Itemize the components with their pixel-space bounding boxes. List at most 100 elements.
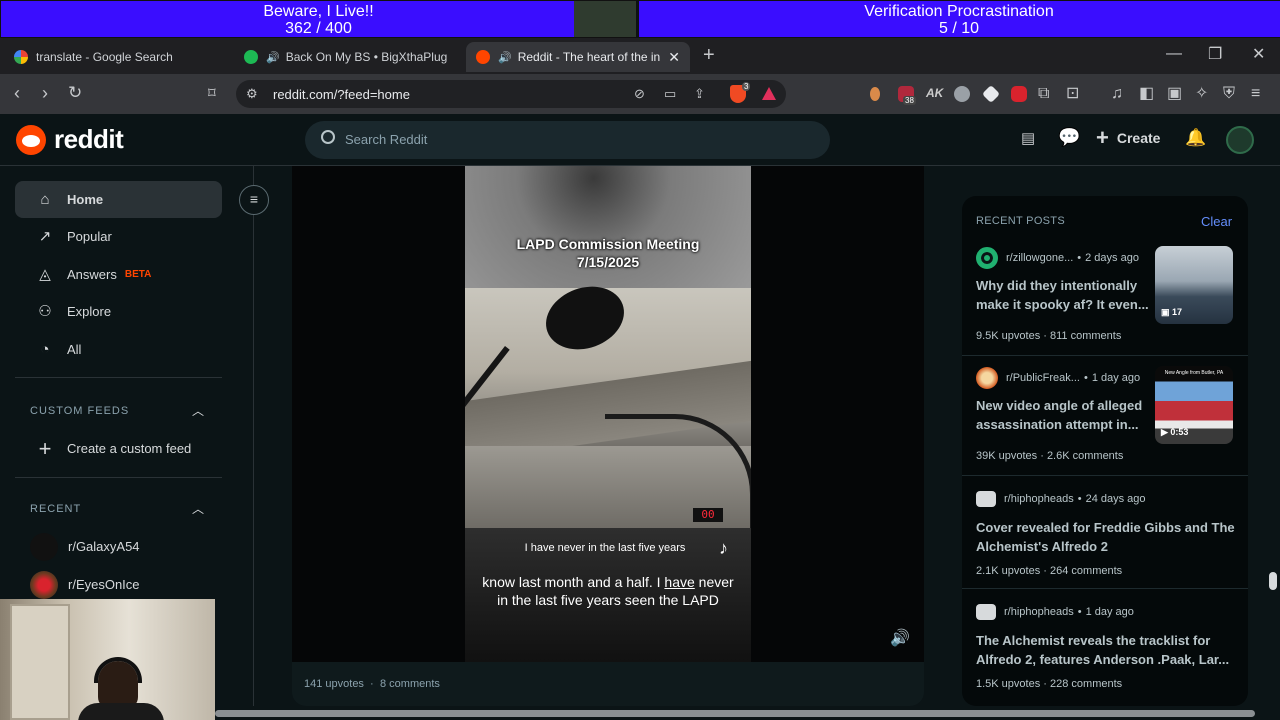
tab-reddit[interactable]: 🔊 Reddit - The heart of the inter ✕ <box>466 42 690 72</box>
address-bar[interactable]: ⚙ reddit.com/?feed=home ⊘ ▭ ⇪ 3 <box>236 80 786 108</box>
post-comments[interactable]: 8 comments <box>380 678 440 690</box>
extension-ak-icon[interactable]: AK <box>926 86 943 102</box>
clear-recent-button[interactable]: Clear <box>1201 214 1232 229</box>
community-name: r/EyesOnIce <box>68 577 140 592</box>
recent-post-title[interactable]: New video angle of alleged assassination… <box>976 396 1152 434</box>
extensions-puzzle-icon[interactable]: ⧉ <box>1038 86 1049 102</box>
tab-label: translate - Google Search <box>36 50 173 64</box>
video-duration: ▶ 0:53 <box>1161 427 1188 438</box>
sidebar-item-label: Explore <box>67 304 112 319</box>
vpn-icon[interactable]: ⛨ <box>1223 86 1235 102</box>
recent-heading[interactable]: RECENT <box>30 503 81 515</box>
recent-post-item[interactable]: r/hiphopheads • 24 days ago Cover reveal… <box>962 476 1248 589</box>
recent-post-thumbnail[interactable]: ▣ 17 <box>1155 246 1233 324</box>
media-control-icon[interactable]: ♫ <box>1111 86 1123 102</box>
advertise-icon[interactable]: ▤ <box>1021 131 1035 147</box>
google-icon <box>14 50 28 64</box>
subtitle-line1-emphasis: have <box>664 574 695 590</box>
sidebar-toggle-icon[interactable]: ◧ <box>1139 86 1154 102</box>
recent-community-eyesonice[interactable]: r/EyesOnIce <box>15 566 222 603</box>
leo-ai-icon[interactable]: ✧ <box>1195 86 1208 102</box>
sidebar-item-home[interactable]: ⌂ Home <box>15 181 222 218</box>
recent-post-upvotes: 2.1K upvotes <box>976 565 1041 577</box>
cast-icon[interactable]: ▭ <box>664 86 676 102</box>
reddit-logo[interactable]: reddit <box>16 124 124 155</box>
chevron-up-icon[interactable]: ︿ <box>192 402 204 419</box>
create-post-button[interactable]: + Create <box>1096 127 1161 149</box>
search-placeholder: Search Reddit <box>345 132 428 147</box>
horizontal-scrollbar[interactable] <box>215 706 1266 720</box>
brave-rewards-icon[interactable] <box>762 87 776 100</box>
forward-icon[interactable]: › <box>42 84 48 102</box>
bookmark-icon[interactable]: ⌑ <box>208 86 216 102</box>
minimize-icon[interactable]: — <box>1166 46 1182 62</box>
recent-post-title[interactable]: The Alchemist reveals the tracklist for … <box>976 631 1236 669</box>
tab-google-search[interactable]: translate - Google Search <box>4 42 230 72</box>
chevron-up-icon[interactable]: ︿ <box>192 500 204 517</box>
overlay-goal-left-title: Beware, I Live!! <box>263 3 374 20</box>
back-icon[interactable]: ‹ <box>14 84 20 102</box>
recent-post-subreddit[interactable]: r/PublicFreak... <box>1006 372 1080 384</box>
create-label: Create <box>1116 130 1161 146</box>
video-frame[interactable]: LAPD Commission Meeting 7/15/2025 00 I h… <box>465 166 751 662</box>
recent-post-subreddit[interactable]: r/hiphopheads <box>1004 493 1074 505</box>
muted-eye-icon[interactable]: ⊘ <box>634 86 645 102</box>
share-icon[interactable]: ⇪ <box>694 86 705 102</box>
chat-icon[interactable]: 💬 <box>1058 128 1080 146</box>
recent-post-title[interactable]: Why did they intentionally make it spook… <box>976 276 1152 314</box>
sidebar-item-all[interactable]: ◔ All <box>15 331 222 368</box>
subreddit-avatar <box>976 604 996 620</box>
extension-acorn-icon[interactable] <box>870 87 880 101</box>
adblock-plus-icon[interactable] <box>1011 86 1027 102</box>
vertical-scrollbar-thumb[interactable] <box>1269 572 1277 590</box>
close-window-icon[interactable]: ✕ <box>1252 47 1265 63</box>
maximize-icon[interactable]: ❐ <box>1208 47 1222 63</box>
recent-post-thumbnail[interactable]: New Angle from Butler, PA ▶ 0:53 <box>1155 366 1233 444</box>
tab-spotify[interactable]: 🔊 Back On My BS • BigXthaPlug <box>234 42 460 72</box>
video-player[interactable]: LAPD Commission Meeting 7/15/2025 00 I h… <box>292 166 924 662</box>
recent-post-title[interactable]: Cover revealed for Freddie Gibbs and The… <box>976 518 1236 556</box>
recent-posts-heading: RECENT POSTS <box>976 215 1065 227</box>
sidebar-item-explore[interactable]: ⚇ Explore <box>15 293 222 330</box>
webcam-door <box>10 604 70 720</box>
extension-diamond-icon[interactable] <box>981 84 1001 104</box>
new-tab-icon[interactable]: + <box>703 45 715 65</box>
recent-post-subreddit[interactable]: r/hiphopheads <box>1004 606 1074 618</box>
notifications-bell-icon[interactable]: 🔔 <box>1185 129 1206 146</box>
browser-menu-icon[interactable]: ≡ <box>1251 86 1260 102</box>
create-feed-label: Create a custom feed <box>67 441 192 456</box>
recent-community-galaxya54[interactable]: r/GalaxyA54 <box>15 528 222 565</box>
post-card[interactable]: LAPD Commission Meeting 7/15/2025 00 I h… <box>292 166 924 706</box>
subreddit-avatar <box>976 367 998 389</box>
subreddit-avatar <box>976 247 998 269</box>
sidebar-divider <box>15 377 222 378</box>
reddit-search-input[interactable]: Search Reddit <box>305 121 830 159</box>
address-url[interactable]: reddit.com/?feed=home <box>273 87 410 102</box>
sidebar-item-popular[interactable]: ↗ Popular <box>15 218 222 255</box>
vertical-scrollbar[interactable] <box>1266 166 1280 706</box>
extension-circle-icon[interactable] <box>954 86 970 102</box>
sidebar-item-answers[interactable]: ◬ Answers BETA <box>15 256 222 293</box>
recent-post-subreddit[interactable]: r/zillowgone... <box>1006 252 1073 264</box>
recent-post-comments: 264 comments <box>1050 565 1123 577</box>
plus-icon: + <box>38 435 52 461</box>
recent-post-item[interactable]: r/zillowgone... • 2 days ago Why did the… <box>962 236 1248 356</box>
reload-icon[interactable]: ↻ <box>68 84 82 101</box>
user-avatar[interactable] <box>1226 126 1254 154</box>
recent-posts-panel: RECENT POSTS Clear r/zillowgone... • 2 d… <box>962 196 1248 706</box>
horizontal-scrollbar-thumb[interactable] <box>215 710 1255 717</box>
screenshot-icon[interactable]: ⊡ <box>1066 86 1079 102</box>
recent-post-item[interactable]: r/hiphopheads • 1 day ago The Alchemist … <box>962 589 1248 706</box>
sidebar-collapse-button[interactable]: ≡ <box>239 185 269 215</box>
post-upvotes[interactable]: 141 upvotes <box>304 678 364 690</box>
volume-icon[interactable]: 🔊 <box>890 628 910 648</box>
create-custom-feed[interactable]: + Create a custom feed <box>15 430 222 467</box>
close-tab-icon[interactable]: ✕ <box>668 49 680 66</box>
meta-separator: • <box>1077 606 1082 618</box>
reddit-header: reddit Search Reddit ▤ 💬 + Create 🔔 <box>0 114 1280 166</box>
wallet-icon[interactable]: ▣ <box>1167 86 1182 102</box>
site-settings-icon[interactable]: ⚙ <box>246 86 258 102</box>
subtitle-line1-post: never <box>694 574 734 590</box>
recent-post-item[interactable]: r/PublicFreak... • 1 day ago New video a… <box>962 356 1248 476</box>
custom-feeds-heading[interactable]: CUSTOM FEEDS <box>30 405 129 417</box>
